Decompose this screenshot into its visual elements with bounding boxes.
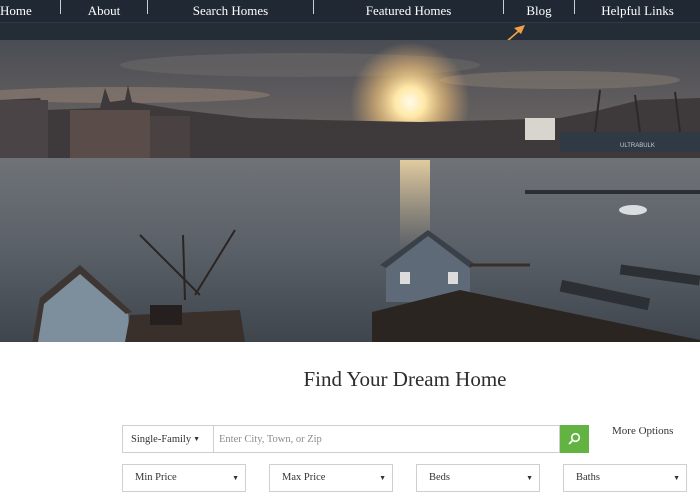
baths-label: Baths: [576, 472, 600, 483]
beds-label: Beds: [429, 472, 450, 483]
baths-select[interactable]: Baths ▼: [563, 464, 687, 492]
top-navigation: Home About Search Homes Featured Homes B…: [0, 0, 700, 40]
nav-item-label: Search Homes: [192, 3, 269, 18]
nav-item-featured-homes[interactable]: Featured Homes: [314, 0, 503, 22]
min-price-select[interactable]: Min Price ▼: [122, 464, 246, 492]
nav-item-helpful-links[interactable]: Helpful Links ▼: [575, 0, 700, 28]
caret-down-icon: ▼: [193, 435, 201, 443]
caret-down-icon: ▼: [526, 474, 533, 482]
more-options-link[interactable]: More Options: [612, 425, 673, 437]
nav-item-label: Helpful Links: [601, 3, 674, 18]
nav-item-label: Featured Homes: [365, 3, 452, 18]
nav-item-search-homes[interactable]: Search Homes: [148, 0, 313, 22]
nav-menu: Home About Search Homes Featured Homes B…: [0, 0, 700, 28]
caret-down-icon: ▼: [232, 474, 239, 482]
page-title: Find Your Dream Home: [303, 367, 507, 391]
nav-subbar: [0, 22, 700, 40]
search-icon: [568, 432, 581, 445]
caret-down-icon: ▼: [379, 474, 386, 482]
nav-item-about[interactable]: About: [61, 0, 147, 22]
property-type-value: Single-Family: [131, 434, 192, 445]
max-price-label: Max Price: [282, 472, 326, 483]
caret-down-icon: ▼: [673, 474, 680, 482]
nav-item-label: Home: [0, 3, 32, 18]
max-price-select[interactable]: Max Price ▼: [269, 464, 393, 492]
svg-text:ULTRABULK: ULTRABULK: [620, 143, 655, 149]
nav-item-label: Blog: [526, 3, 552, 18]
beds-select[interactable]: Beds ▼: [416, 464, 540, 492]
property-type-select[interactable]: Single-Family ▼: [122, 425, 214, 453]
nav-item-home[interactable]: Home: [0, 0, 60, 22]
nav-item-blog[interactable]: Blog: [504, 0, 574, 22]
min-price-label: Min Price: [135, 472, 177, 483]
hero-image: ULTRABULK: [0, 40, 700, 342]
nav-item-label: About: [87, 3, 121, 18]
search-button[interactable]: [560, 425, 589, 453]
location-search-input[interactable]: [214, 425, 560, 453]
